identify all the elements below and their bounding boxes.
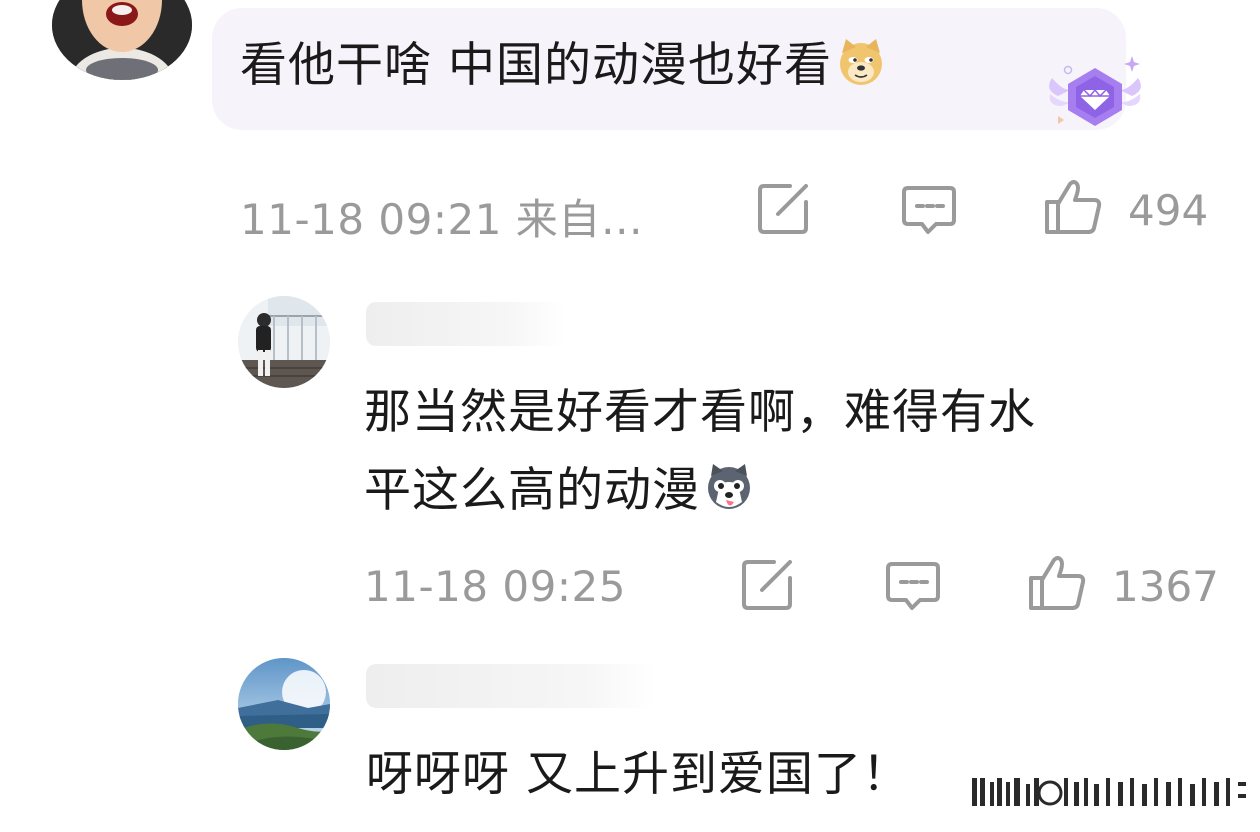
share-icon[interactable]: [738, 556, 796, 614]
username[interactable]: [366, 302, 566, 346]
thumbs-up-icon[interactable]: [1044, 178, 1102, 236]
like-count: 494: [1128, 186, 1209, 235]
comment-icon[interactable]: [884, 558, 942, 616]
doge-emoji-icon: [836, 37, 886, 87]
avatar[interactable]: [238, 658, 330, 750]
avatar[interactable]: [52, 0, 192, 80]
username[interactable]: [366, 664, 656, 708]
purple-diamond-badge-icon: [1002, 50, 1150, 136]
like-count: 1367: [1112, 562, 1219, 611]
comment-timestamp: 11-18 09:25: [364, 562, 626, 611]
avatar[interactable]: [238, 296, 330, 388]
comment-timestamp: 11-18 09:21 来自…: [240, 195, 644, 244]
comment-text: 呀呀呀 又上升到爱国了！: [366, 747, 910, 802]
thumbs-up-icon[interactable]: [1028, 554, 1086, 612]
comment-icon[interactable]: [900, 182, 958, 240]
comment-text: 看他干啥 中国的动漫也好看: [240, 36, 886, 96]
husky-emoji-icon: [704, 458, 754, 509]
share-icon[interactable]: [754, 180, 812, 238]
comment-text: 那当然是好看才看啊，难得有水 平这么高的动漫: [364, 385, 1036, 518]
watermark-logo: [966, 766, 1254, 816]
